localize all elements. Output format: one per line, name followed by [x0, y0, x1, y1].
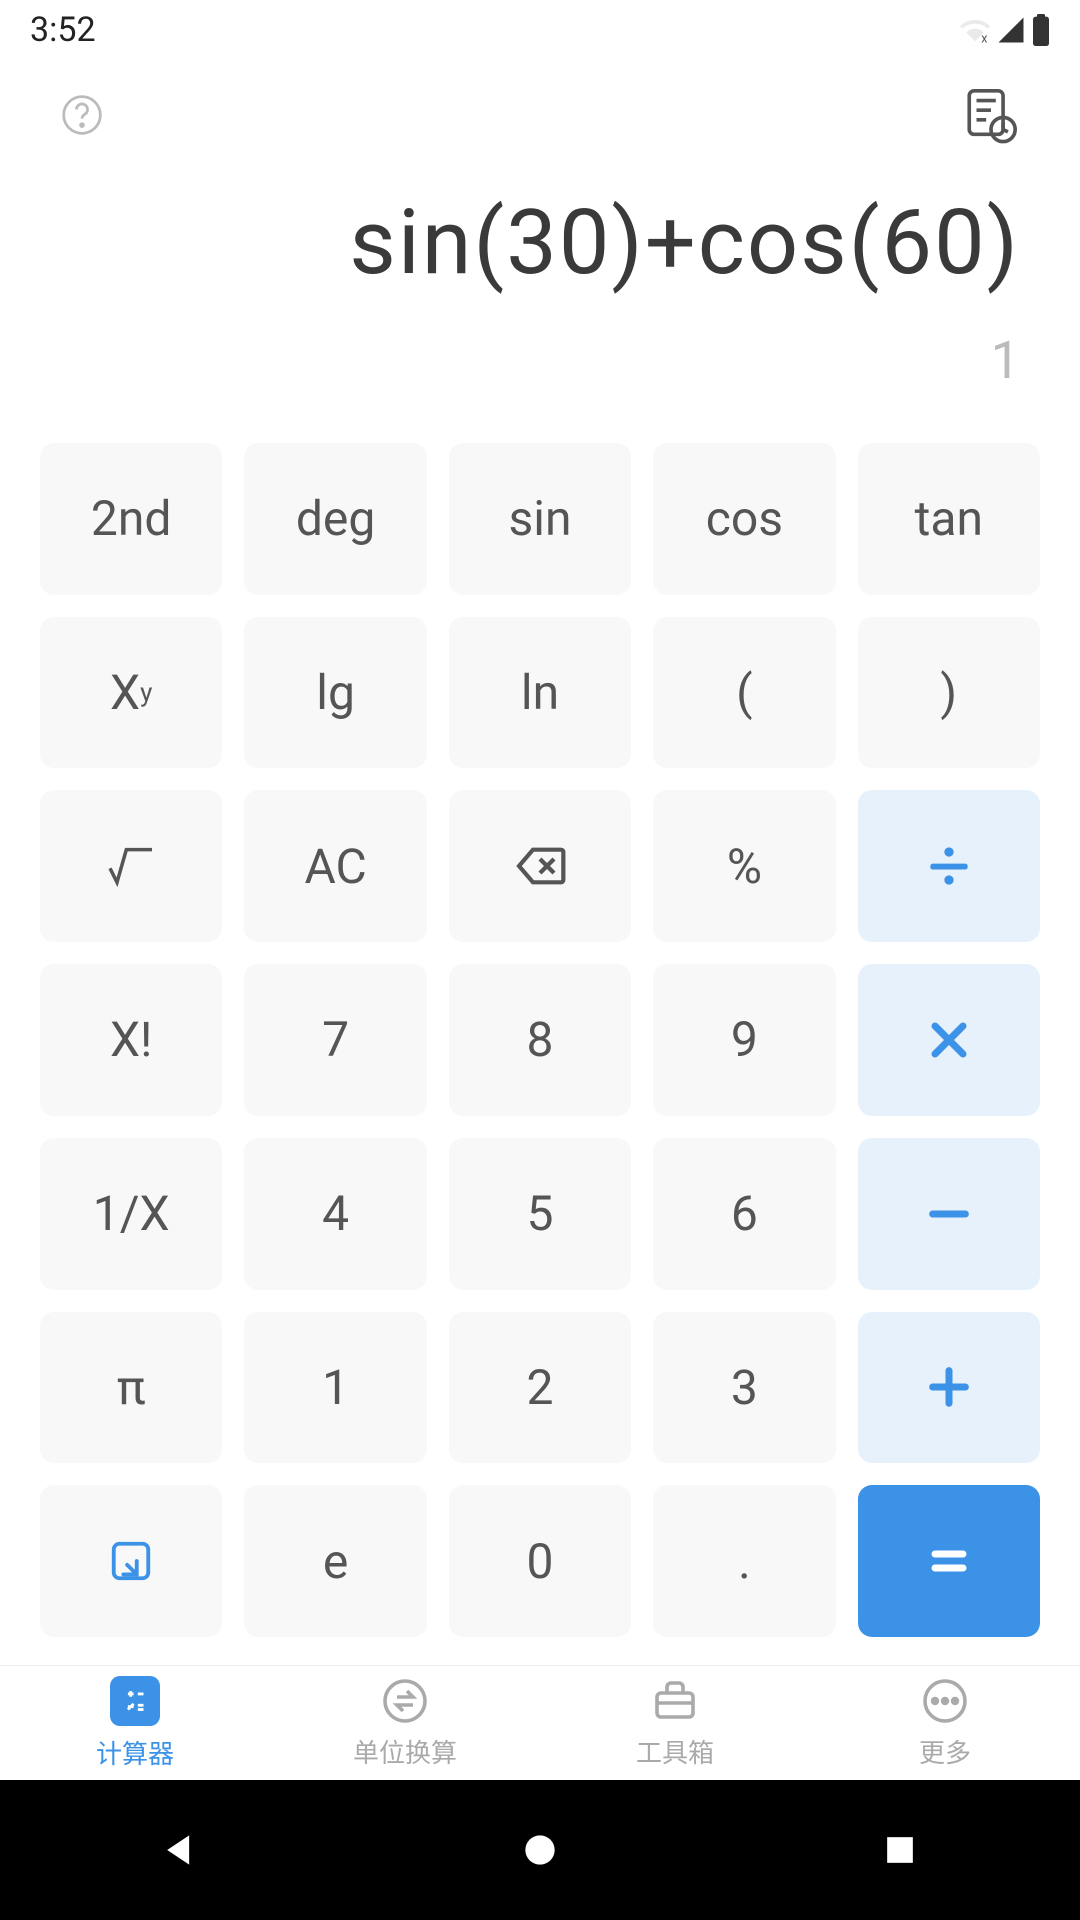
help-icon[interactable] [60, 93, 104, 137]
key-reciprocal[interactable]: 1/X [40, 1138, 222, 1290]
key-divide[interactable] [858, 790, 1040, 942]
nav-toolbox-label: 工具箱 [636, 1733, 714, 1770]
key-lparen[interactable]: ( [653, 617, 835, 769]
keypad: 2nd deg sin cos tan Xy lg ln ( ) AC % X!… [0, 421, 1080, 1665]
expression-text: sin(30)+cos(60) [60, 190, 1020, 295]
signal-icon [996, 15, 1026, 45]
key-dot[interactable]: . [653, 1485, 835, 1637]
toolbox-icon [651, 1677, 699, 1725]
key-multiply[interactable] [858, 964, 1040, 1116]
key-backspace[interactable] [449, 790, 631, 942]
key-5[interactable]: 5 [449, 1138, 631, 1290]
key-7[interactable]: 7 [244, 964, 426, 1116]
history-icon[interactable] [962, 86, 1020, 144]
recent-icon[interactable] [878, 1828, 922, 1872]
multiply-icon [921, 1012, 977, 1068]
system-nav [0, 1780, 1080, 1920]
key-cos[interactable]: cos [653, 443, 835, 595]
collapse-icon [108, 1538, 154, 1584]
divide-icon [921, 838, 977, 894]
key-sin[interactable]: sin [449, 443, 631, 595]
key-deg[interactable]: deg [244, 443, 426, 595]
key-tan[interactable]: tan [858, 443, 1040, 595]
key-1[interactable]: 1 [244, 1312, 426, 1464]
nav-more[interactable]: 更多 [810, 1666, 1080, 1780]
key-6[interactable]: 6 [653, 1138, 835, 1290]
plus-icon [921, 1359, 977, 1415]
key-ac[interactable]: AC [244, 790, 426, 942]
key-9[interactable]: 9 [653, 964, 835, 1116]
status-bar: 3:52 x [0, 0, 1080, 60]
svg-text:x: x [981, 32, 987, 46]
status-icons: x [960, 14, 1050, 46]
key-power[interactable]: Xy [40, 617, 222, 769]
nav-calculator-label: 计算器 [96, 1734, 174, 1771]
top-bar [0, 60, 1080, 170]
nav-unit-convert[interactable]: 单位换算 [270, 1666, 540, 1780]
minus-icon [921, 1186, 977, 1242]
battery-icon [1032, 14, 1050, 46]
key-2nd[interactable]: 2nd [40, 443, 222, 595]
key-percent[interactable]: % [653, 790, 835, 942]
key-ln[interactable]: ln [449, 617, 631, 769]
nav-toolbox[interactable]: 工具箱 [540, 1666, 810, 1780]
calculator-icon [118, 1684, 152, 1718]
nav-calculator[interactable]: 计算器 [0, 1666, 270, 1780]
status-time: 3:52 [30, 10, 96, 50]
key-lg[interactable]: lg [244, 617, 426, 769]
key-3[interactable]: 3 [653, 1312, 835, 1464]
key-sqrt[interactable] [40, 790, 222, 942]
more-icon [921, 1677, 969, 1725]
wifi-off-icon: x [960, 15, 990, 45]
home-icon[interactable] [518, 1828, 562, 1872]
back-icon[interactable] [158, 1828, 202, 1872]
bottom-nav: 计算器 单位换算 工具箱 更多 [0, 1665, 1080, 1780]
key-pi[interactable]: π [40, 1312, 222, 1464]
backspace-icon [512, 838, 568, 894]
key-e[interactable]: e [244, 1485, 426, 1637]
equals-icon [921, 1533, 977, 1589]
key-rparen[interactable]: ) [858, 617, 1040, 769]
key-factorial[interactable]: X! [40, 964, 222, 1116]
nav-unit-label: 单位换算 [353, 1733, 457, 1770]
key-equals[interactable] [858, 1485, 1040, 1637]
key-2[interactable]: 2 [449, 1312, 631, 1464]
key-8[interactable]: 8 [449, 964, 631, 1116]
convert-icon [381, 1677, 429, 1725]
nav-more-label: 更多 [919, 1733, 971, 1770]
key-4[interactable]: 4 [244, 1138, 426, 1290]
display-area: sin(30)+cos(60) 1 [0, 170, 1080, 421]
key-plus[interactable] [858, 1312, 1040, 1464]
result-text: 1 [60, 330, 1020, 391]
key-minus[interactable] [858, 1138, 1040, 1290]
key-0[interactable]: 0 [449, 1485, 631, 1637]
key-collapse[interactable] [40, 1485, 222, 1637]
